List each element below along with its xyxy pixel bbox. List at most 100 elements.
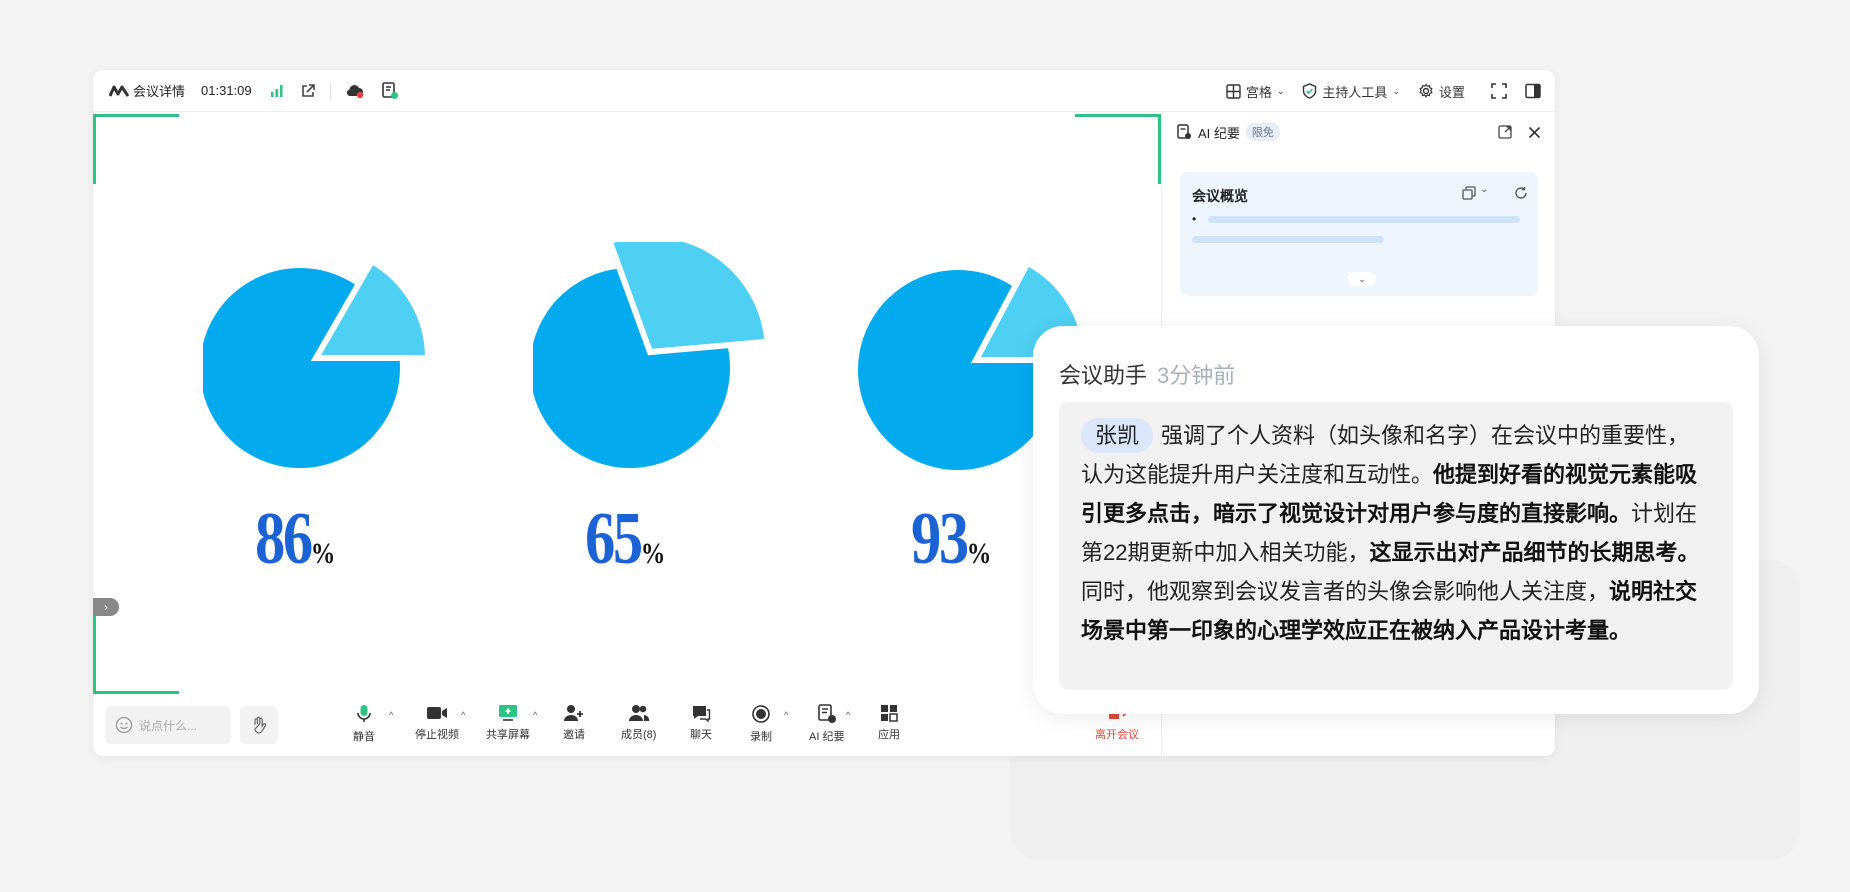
add-user-icon bbox=[563, 704, 585, 722]
grid-view-button[interactable]: 宫格 ⌄ bbox=[1226, 82, 1285, 101]
pie-2-number: 65 bbox=[585, 498, 643, 580]
share-screen-button[interactable]: 共享屏幕 bbox=[486, 704, 530, 742]
say-something-input[interactable]: 说点什么... bbox=[105, 706, 231, 744]
members-label: 成员(8) bbox=[621, 729, 657, 741]
ai-panel-title: AI 纪要 bbox=[1198, 125, 1240, 141]
ai-summary-label: AI 纪要 bbox=[809, 731, 845, 743]
refresh-icon[interactable] bbox=[1514, 186, 1528, 200]
grid-icon bbox=[1226, 83, 1241, 99]
speaker-tag[interactable]: 张凯 bbox=[1081, 418, 1154, 453]
pie-1-number: 86 bbox=[255, 498, 313, 580]
microphone-icon bbox=[355, 704, 373, 724]
grid-label: 宫格 bbox=[1245, 84, 1272, 100]
pie-1-value: 86% bbox=[255, 502, 335, 576]
stop-video-label: 停止视频 bbox=[415, 729, 459, 741]
host-tools-button[interactable]: 主持人工具 ⌄ bbox=[1302, 82, 1400, 101]
collapse-handle[interactable]: › bbox=[93, 598, 119, 616]
assistant-timestamp: 3分钟前 bbox=[1157, 363, 1236, 388]
meeting-details-link[interactable]: 会议详情 bbox=[133, 81, 185, 100]
video-camera-icon bbox=[426, 704, 448, 722]
pie-3-value: 93% bbox=[911, 502, 991, 576]
top-bar: 会议详情 01:31:09 宫格 ⌄ 主持人工具 ⌄ 设置 bbox=[93, 70, 1555, 112]
chat-button[interactable]: 聊天 bbox=[690, 704, 712, 742]
overview-bullet: • bbox=[1192, 212, 1197, 226]
host-tools-label: 主持人工具 bbox=[1322, 84, 1388, 100]
fullscreen-icon[interactable] bbox=[1491, 83, 1507, 99]
pie-chart-2 bbox=[530, 231, 793, 477]
invite-button[interactable]: 邀请 bbox=[563, 704, 585, 742]
members-button[interactable]: 成员(8) bbox=[621, 704, 656, 742]
record-label: 录制 bbox=[750, 731, 772, 743]
record-options-caret[interactable]: ^ bbox=[784, 710, 788, 720]
meeting-assistant-card: 会议助手 3分钟前 张凯 强调了个人资料（如头像和名字）在会议中的重要性，认为这能提… bbox=[1033, 326, 1759, 714]
summary-text: 同时，他观察到会议发言者的头像会影响他人关注度， bbox=[1081, 579, 1610, 604]
percent-sign: % bbox=[310, 537, 336, 570]
settings-button[interactable]: 设置 bbox=[1418, 82, 1465, 101]
percent-sign: % bbox=[966, 537, 992, 570]
settings-label: 设置 bbox=[1438, 84, 1465, 100]
share-screen-label: 共享屏幕 bbox=[486, 729, 530, 741]
free-badge: 限免 bbox=[1245, 123, 1280, 141]
leave-meeting-label: 离开会议 bbox=[1095, 729, 1139, 741]
apps-grid-icon bbox=[880, 704, 898, 722]
hand-icon bbox=[249, 715, 269, 735]
frame-corner-bottom-left bbox=[93, 612, 179, 694]
chat-icon bbox=[691, 704, 711, 722]
ai-summary-button[interactable]: AI 纪要 bbox=[809, 704, 844, 744]
video-options-caret[interactable]: ^ bbox=[461, 710, 465, 720]
external-link-icon[interactable] bbox=[300, 83, 316, 99]
chevron-down-icon: ⌄ bbox=[1276, 85, 1285, 96]
expand-button[interactable]: ⌄ bbox=[1348, 272, 1376, 286]
shield-icon bbox=[1302, 83, 1317, 99]
divider bbox=[329, 81, 331, 100]
copy-icon[interactable] bbox=[1462, 186, 1476, 200]
ai-options-caret[interactable]: ^ bbox=[846, 710, 850, 720]
chevron-down-icon[interactable]: ⌄ bbox=[1480, 184, 1488, 195]
ai-panel-header: AI 纪要 限免 bbox=[1162, 112, 1555, 152]
sidebar-toggle-icon[interactable] bbox=[1525, 83, 1541, 99]
loading-bar bbox=[1192, 236, 1384, 243]
record-icon bbox=[751, 704, 771, 724]
invite-label: 邀请 bbox=[563, 729, 585, 741]
percent-sign: % bbox=[640, 537, 666, 570]
pie-3-number: 93 bbox=[911, 498, 969, 580]
assistant-header: 会议助手 3分钟前 bbox=[1059, 358, 1235, 390]
emoji-icon bbox=[115, 716, 133, 734]
frame-corner-top-left bbox=[93, 114, 179, 184]
cloud-record-icon[interactable] bbox=[345, 83, 365, 99]
mute-options-caret[interactable]: ^ bbox=[389, 710, 393, 720]
elapsed-time: 01:31:09 bbox=[201, 83, 252, 98]
stage: 会议详情 01:31:09 宫格 ⌄ 主持人工具 ⌄ 设置 86% 65% 93… bbox=[0, 0, 1850, 892]
pie-chart-1 bbox=[200, 252, 463, 477]
bottom-toolbar: 说点什么... 静音 ^ 停止视频 ^ 共享屏幕 ^ 邀请 成员(8) 聊天 录… bbox=[93, 698, 1160, 756]
chat-label: 聊天 bbox=[690, 729, 712, 741]
chevron-right-icon: › bbox=[104, 600, 108, 614]
shared-screen: 86% 65% 93% › bbox=[93, 112, 1161, 698]
meeting-overview-card: 会议概览 ⌄ • ⌄ bbox=[1180, 172, 1538, 296]
overview-title: 会议概览 bbox=[1192, 188, 1248, 204]
ai-doc-icon[interactable] bbox=[381, 81, 399, 100]
assistant-title: 会议助手 bbox=[1059, 363, 1148, 388]
loading-bar bbox=[1208, 216, 1520, 223]
ai-doc-icon bbox=[817, 704, 837, 724]
say-placeholder: 说点什么... bbox=[139, 718, 198, 733]
close-icon[interactable] bbox=[1528, 126, 1541, 139]
raise-hand-button[interactable] bbox=[240, 706, 278, 744]
app-logo-icon bbox=[109, 85, 129, 97]
record-button[interactable]: 录制 bbox=[750, 704, 772, 744]
assistant-summary: 张凯 强调了个人资料（如头像和名字）在会议中的重要性，认为这能提升用户关注度和互动… bbox=[1059, 402, 1733, 690]
share-screen-icon bbox=[498, 704, 518, 722]
summary-highlight: 这显示出对产品细节的长期思考。 bbox=[1369, 540, 1700, 565]
pie-2-value: 65% bbox=[585, 502, 665, 576]
signal-icon[interactable] bbox=[270, 84, 284, 98]
chevron-down-icon: ⌄ bbox=[1392, 85, 1400, 96]
share-options-caret[interactable]: ^ bbox=[533, 710, 537, 720]
stop-video-button[interactable]: 停止视频 bbox=[415, 704, 459, 742]
apps-button[interactable]: 应用 bbox=[878, 704, 900, 742]
frame-corner-top-right bbox=[1075, 114, 1161, 184]
gear-icon bbox=[1418, 83, 1434, 99]
ai-doc-icon bbox=[1176, 124, 1192, 140]
members-icon bbox=[627, 704, 651, 722]
popout-icon[interactable] bbox=[1498, 125, 1512, 139]
mute-button[interactable]: 静音 bbox=[353, 704, 375, 744]
